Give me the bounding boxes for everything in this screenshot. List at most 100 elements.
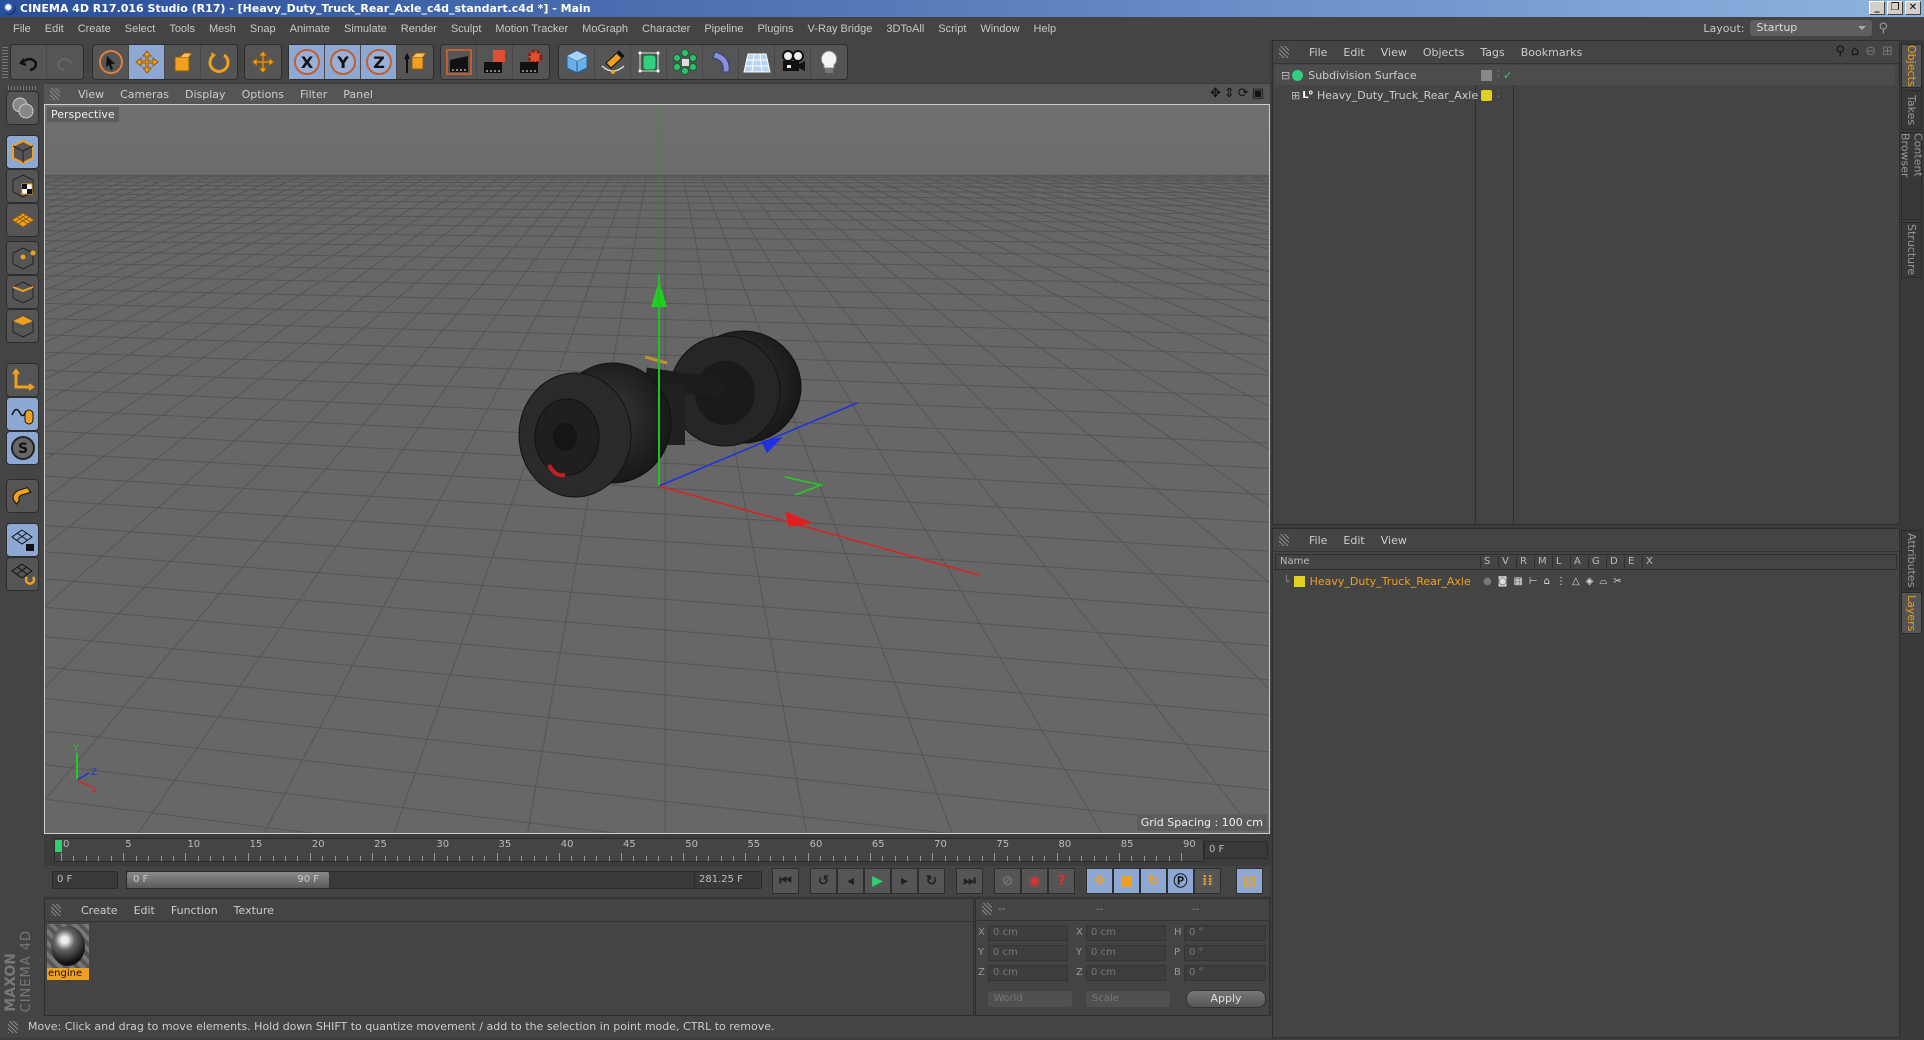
z-axis-lock-icon[interactable]: Z <box>361 45 397 79</box>
material-grip[interactable] <box>51 904 61 916</box>
zoom-view-icon[interactable]: ⇕ <box>1224 86 1235 101</box>
light-icon[interactable] <box>811 45 847 79</box>
model-mode-icon[interactable] <box>6 135 39 169</box>
autokey-icon[interactable]: ◉ <box>1021 868 1048 894</box>
xrefs-layer-icon[interactable]: ✂ <box>1613 576 1621 587</box>
material-item-engine[interactable]: engine <box>47 924 89 980</box>
layer-row[interactable]: └ Heavy_Duty_Truck_Rear_Axle ● ◙ ▦ ⊢ ⌂ ⋮… <box>1275 571 1895 591</box>
polygons-mode-icon[interactable] <box>6 309 39 343</box>
layer-menu-file[interactable]: File <box>1301 534 1335 547</box>
viewport-menu-view[interactable]: View <box>70 88 112 101</box>
locked-layer-icon[interactable]: ⌂ <box>1544 576 1550 587</box>
enabled-check-icon[interactable]: ✓ <box>1503 69 1512 82</box>
tab-content-browser[interactable]: Content Browser <box>1899 132 1924 220</box>
next-frame-icon[interactable]: ▸ <box>891 868 918 894</box>
visible-layer-icon[interactable]: ◙ <box>1498 576 1508 587</box>
expand-icon[interactable]: ⊞ <box>1291 89 1300 102</box>
tab-attributes[interactable]: Attributes <box>1901 530 1922 590</box>
points-mode-icon[interactable] <box>6 241 39 275</box>
position-field[interactable]: 0 cm <box>988 925 1068 941</box>
menu-3dtoall[interactable]: 3DToAll <box>879 23 931 35</box>
timeline-ruler[interactable]: 0 5 10 15 20 25 30 35 40 45 50 55 60 65 70 75 80 85 90 0 F <box>44 836 1270 864</box>
cloner-icon[interactable] <box>667 45 703 79</box>
menu-simulate[interactable]: Simulate <box>337 23 394 35</box>
menu-snap[interactable]: Snap <box>243 23 283 35</box>
render-settings-icon[interactable] <box>513 45 549 79</box>
live-selection-icon[interactable] <box>93 45 129 79</box>
3d-viewport[interactable]: Y Z X Perspective Grid Spacing : 100 cm <box>44 104 1270 834</box>
material-menu-create[interactable]: Create <box>73 904 126 917</box>
redo-icon[interactable] <box>47 45 83 79</box>
menu-select[interactable]: Select <box>118 23 163 35</box>
start-frame-field[interactable]: 0 F <box>52 871 118 889</box>
manager-layer-icon[interactable]: ⊢ <box>1529 576 1538 587</box>
position-field[interactable]: 0 cm <box>988 945 1068 961</box>
layer-tag-icon[interactable] <box>1481 69 1492 81</box>
layer-column-m[interactable]: M <box>1534 556 1547 570</box>
position-field[interactable]: 0 cm <box>988 965 1068 981</box>
coordinate-space-dropdown[interactable]: World <box>988 991 1072 1007</box>
workplane-icon[interactable] <box>6 91 39 125</box>
menu-vray-bridge[interactable]: V-Ray Bridge <box>801 23 880 35</box>
viewport-menu-cameras[interactable]: Cameras <box>112 88 177 101</box>
maximize-view-icon[interactable]: ▣ <box>1252 86 1264 101</box>
move-key-icon[interactable]: ✥ <box>1086 868 1113 894</box>
material-menu-texture[interactable]: Texture <box>226 904 282 917</box>
current-frame-field[interactable]: 0 F <box>1204 841 1268 859</box>
minimize-button[interactable]: _ <box>1869 1 1885 15</box>
menu-render[interactable]: Render <box>394 23 444 35</box>
texture-mode-icon[interactable] <box>6 169 39 203</box>
tab-structure[interactable]: Structure <box>1901 222 1922 278</box>
left-toolbar-grip[interactable] <box>8 86 36 90</box>
prev-frame-icon[interactable]: ◂ <box>837 868 864 894</box>
collapse-icon[interactable]: ⊟ <box>1281 69 1290 82</box>
layout-dropdown[interactable]: Startup <box>1750 20 1873 36</box>
menu-sculpt[interactable]: Sculpt <box>444 23 489 35</box>
subdivision-icon[interactable] <box>631 45 667 79</box>
workplane-mode-icon[interactable] <box>6 203 39 237</box>
undo-icon[interactable] <box>11 45 47 79</box>
solo-icon[interactable]: S <box>6 431 39 465</box>
menu-motion-tracker[interactable]: Motion Tracker <box>488 23 575 35</box>
menu-help[interactable]: Help <box>1027 23 1064 35</box>
layer-column-s[interactable]: S <box>1480 556 1490 570</box>
animation-layer-icon[interactable]: ⋮ <box>1556 576 1566 587</box>
x-axis-lock-icon[interactable]: X <box>289 45 325 79</box>
object-name[interactable]: Subdivision Surface <box>1308 69 1416 82</box>
close-button[interactable]: ✕ <box>1905 1 1921 15</box>
object-name[interactable]: Heavy_Duty_Truck_Rear_Axle <box>1317 89 1478 102</box>
move-any-icon[interactable] <box>245 45 281 79</box>
deformer-icon[interactable] <box>703 45 739 79</box>
workplane-rotate-icon[interactable] <box>6 557 39 591</box>
lock-workplane-icon[interactable] <box>6 523 39 557</box>
pen-icon[interactable] <box>595 45 631 79</box>
generators-layer-icon[interactable]: △ <box>1572 576 1580 587</box>
menu-create[interactable]: Create <box>71 23 118 35</box>
menu-animate[interactable]: Animate <box>283 23 337 35</box>
layer-column-l[interactable]: L <box>1552 556 1562 570</box>
range-slider-handle[interactable]: 0 F 90 F <box>127 872 329 888</box>
menu-window[interactable]: Window <box>973 23 1026 35</box>
viewport-menu-filter[interactable]: Filter <box>292 88 335 101</box>
menu-plugins[interactable]: Plugins <box>750 23 800 35</box>
menu-character[interactable]: Character <box>635 23 697 35</box>
keyframe-selection-icon[interactable]: ? <box>1048 868 1075 894</box>
timeline-icon[interactable]: ▤ <box>1236 868 1263 894</box>
tab-objects[interactable]: Objects <box>1901 44 1922 88</box>
layer-menu-view[interactable]: View <box>1373 534 1415 547</box>
apply-button[interactable]: Apply <box>1186 990 1266 1008</box>
end-frame-field[interactable]: 281.25 F <box>694 871 762 889</box>
snap-icon[interactable] <box>6 479 39 513</box>
material-menu-edit[interactable]: Edit <box>126 904 163 917</box>
y-axis-lock-icon[interactable]: Y <box>325 45 361 79</box>
restore-button[interactable]: ❐ <box>1887 1 1903 15</box>
layer-color-swatch[interactable] <box>1293 575 1305 587</box>
object-menu-objects[interactable]: Objects <box>1415 46 1473 59</box>
viewport-menu-panel[interactable]: Panel <box>335 88 381 101</box>
home-icon[interactable]: ⌂ <box>1851 44 1859 59</box>
size-field[interactable]: 0 cm <box>1086 945 1166 961</box>
menu-file[interactable]: File <box>6 23 38 35</box>
rotate-view-icon[interactable]: ⟳ <box>1238 86 1249 101</box>
material-menu-function[interactable]: Function <box>163 904 226 917</box>
rotate-key-icon[interactable]: ↻ <box>1140 868 1167 894</box>
